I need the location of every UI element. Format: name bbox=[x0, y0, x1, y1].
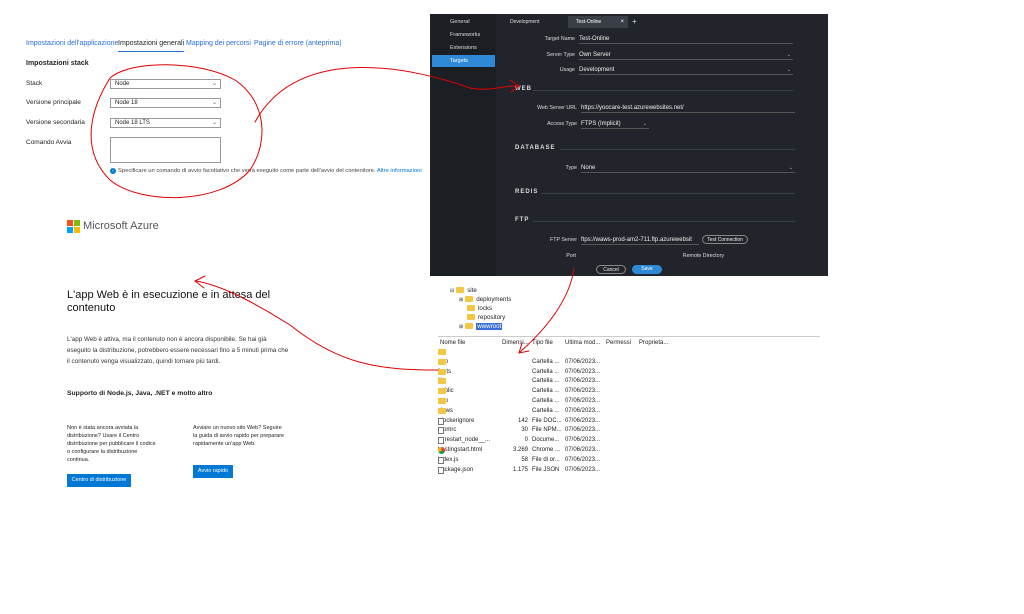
annotation-arrow-ftp-to-list bbox=[519, 267, 575, 353]
annotation-circle bbox=[90, 64, 263, 199]
annotation-overlay bbox=[90, 64, 575, 371]
annotation-arrow-to-web bbox=[254, 67, 519, 123]
annotation-arrow-to-azure bbox=[195, 280, 439, 371]
